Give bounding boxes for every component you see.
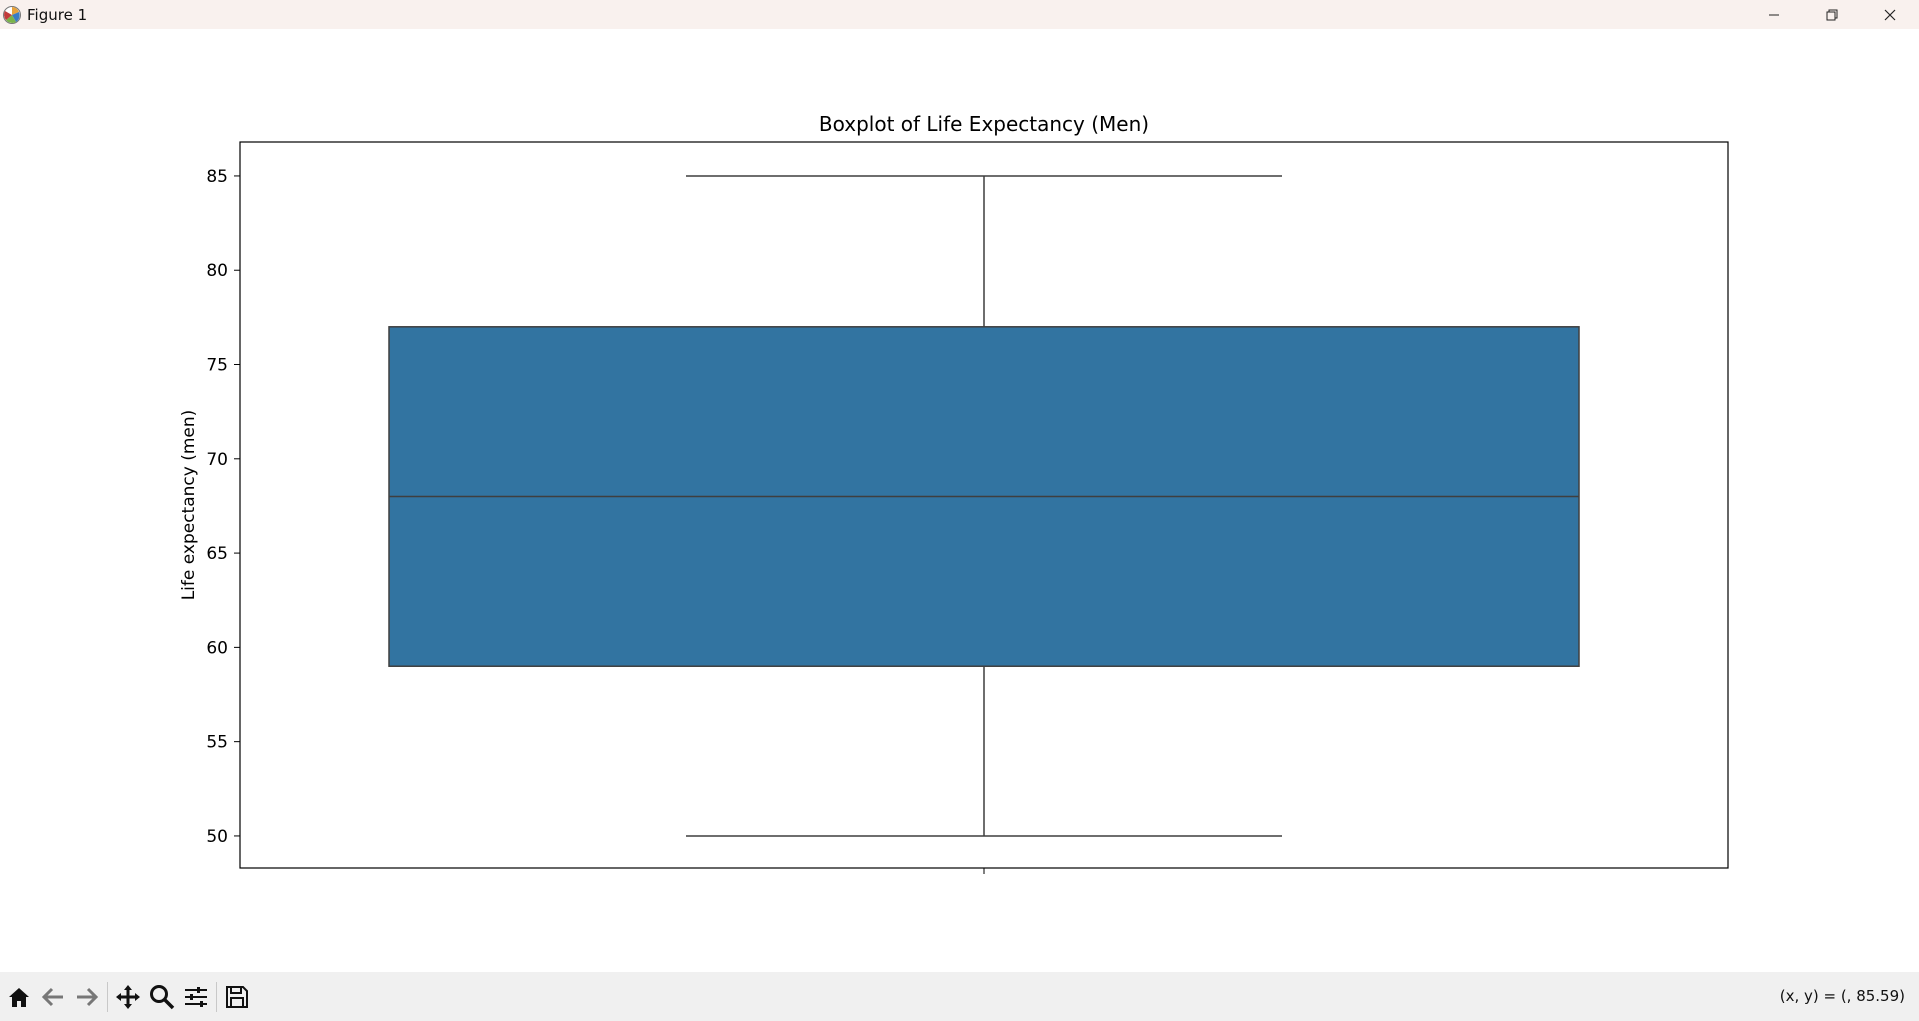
y-tick-label: 65 bbox=[206, 544, 228, 564]
home-icon bbox=[9, 987, 29, 1007]
minimize-button[interactable] bbox=[1745, 0, 1803, 29]
y-axis-label: Life expectancy (men) bbox=[179, 410, 199, 601]
window-controls bbox=[1745, 0, 1919, 29]
close-button[interactable] bbox=[1861, 0, 1919, 29]
window-titlebar: Figure 1 bbox=[0, 0, 1919, 29]
y-axis: 50 55 60 65 70 75 80 85 bbox=[206, 167, 240, 847]
zoom-button[interactable] bbox=[145, 980, 179, 1014]
y-tick-label: 85 bbox=[206, 167, 228, 187]
move-icon bbox=[116, 984, 140, 1009]
minimize-icon bbox=[1769, 14, 1779, 15]
configure-subplots-button[interactable] bbox=[179, 980, 213, 1014]
back-button[interactable] bbox=[36, 980, 70, 1014]
y-tick-label: 55 bbox=[206, 733, 228, 753]
close-icon bbox=[1884, 9, 1896, 20]
window-title: Figure 1 bbox=[27, 5, 88, 24]
restore-button[interactable] bbox=[1803, 0, 1861, 29]
arrow-right-icon bbox=[77, 987, 99, 1006]
navigation-toolbar: (x, y) = (, 85.59) bbox=[0, 972, 1919, 1021]
y-tick-label: 80 bbox=[206, 261, 228, 281]
chart-title: Boxplot of Life Expectancy (Men) bbox=[819, 112, 1149, 136]
y-tick-label: 50 bbox=[206, 827, 228, 847]
cursor-coordinates: (x, y) = (, 85.59) bbox=[1779, 987, 1905, 1005]
y-tick-label: 70 bbox=[206, 450, 228, 470]
y-tick-label: 60 bbox=[206, 638, 228, 658]
y-tick-label: 75 bbox=[206, 356, 228, 376]
save-button[interactable] bbox=[220, 980, 254, 1014]
boxplot bbox=[388, 175, 1580, 837]
forward-button[interactable] bbox=[70, 980, 104, 1014]
arrow-left-icon bbox=[41, 987, 63, 1006]
sliders-icon bbox=[185, 986, 207, 1007]
toolbar-separator bbox=[107, 981, 108, 1012]
home-button[interactable] bbox=[2, 980, 36, 1014]
toolbar-separator bbox=[216, 981, 217, 1012]
pan-button[interactable] bbox=[111, 980, 145, 1014]
matplotlib-logo-icon bbox=[3, 5, 21, 24]
figure-canvas[interactable]: Boxplot of Life Expectancy (Men) Life ex… bbox=[0, 29, 1919, 972]
magnifier-icon bbox=[150, 984, 175, 1009]
floppy-disk-icon bbox=[226, 985, 248, 1008]
restore-icon bbox=[1826, 9, 1838, 20]
